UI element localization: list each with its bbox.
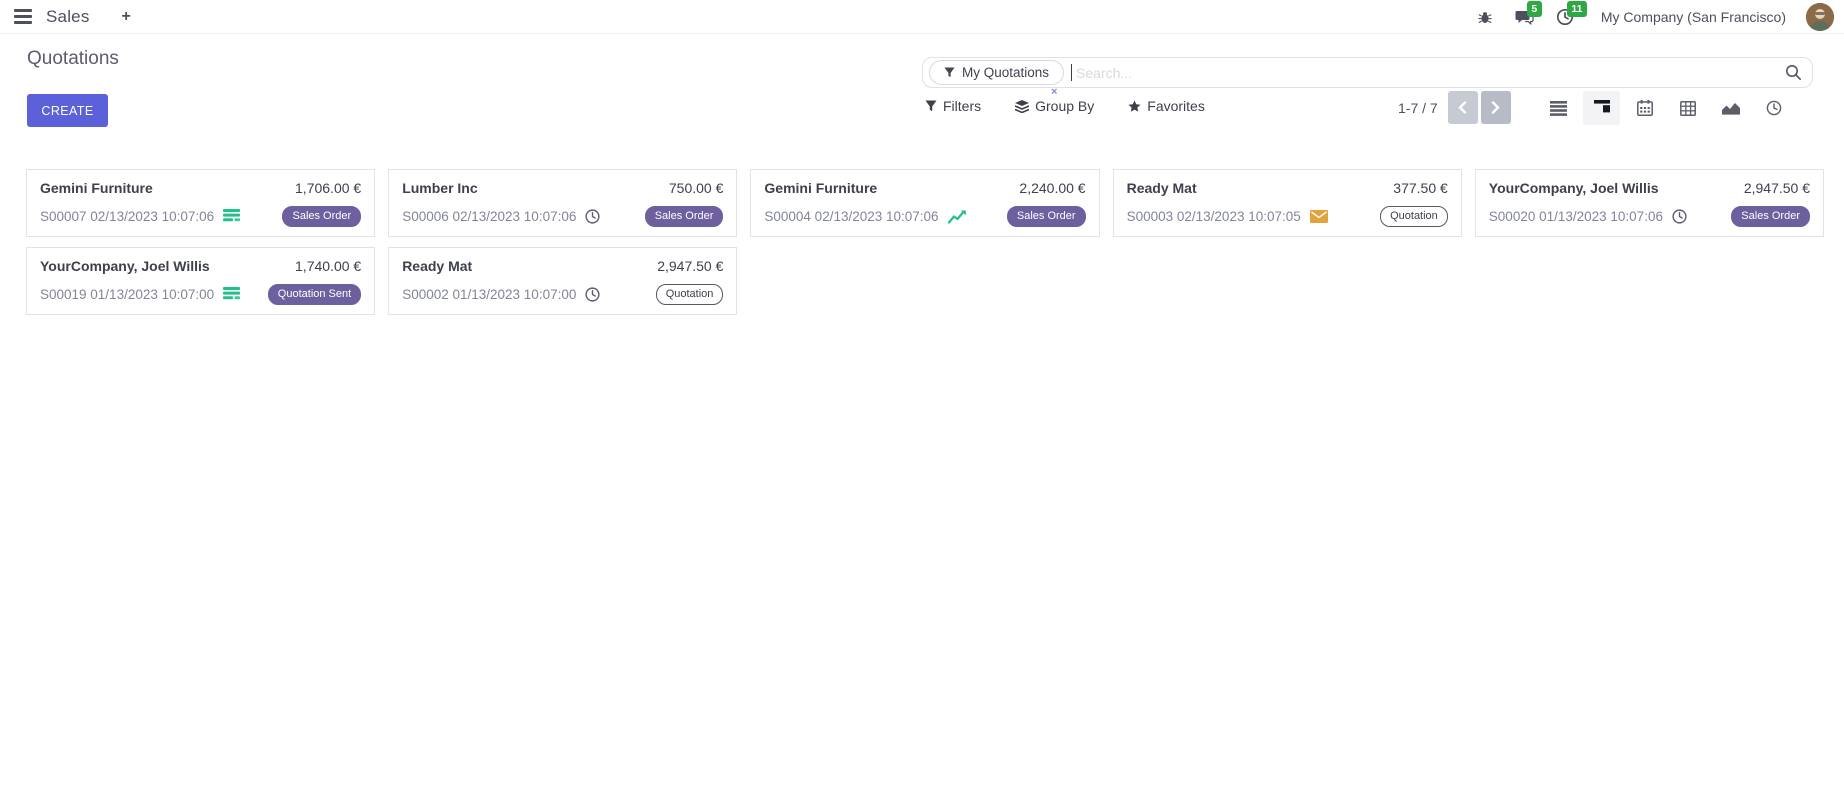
star-icon xyxy=(1128,100,1141,113)
search-input[interactable] xyxy=(1072,65,1785,81)
quotation-card[interactable]: Gemini Furniture 1,706.00 € S00007 02/13… xyxy=(26,169,375,237)
clock-icon[interactable] xyxy=(585,209,600,224)
page-title: Quotations xyxy=(27,48,119,70)
kanban-grid: Gemini Furniture 1,706.00 € S00007 02/13… xyxy=(26,169,1824,315)
quotation-reference: S00004 02/13/2023 10:07:06 xyxy=(764,209,938,224)
quotation-reference: S00019 01/13/2023 10:07:00 xyxy=(40,287,214,302)
top-navbar: Sales + 5 11 My Company (San Francisco) xyxy=(0,0,1844,34)
messages-count-badge: 5 xyxy=(1527,1,1542,17)
pivot-view-icon xyxy=(1680,101,1696,116)
clock-icon[interactable] xyxy=(1672,209,1687,224)
quotation-card[interactable]: Gemini Furniture 2,240.00 € S00004 02/13… xyxy=(750,169,1099,237)
list-view-icon xyxy=(1550,101,1567,116)
quotation-amount: 1,740.00 € xyxy=(295,258,361,274)
filter-funnel-icon xyxy=(925,100,937,112)
messages-icon[interactable]: 5 xyxy=(1515,7,1535,27)
customer-name: YourCompany, Joel Willis xyxy=(40,258,210,274)
avatar[interactable] xyxy=(1806,3,1834,31)
quotation-reference: S00003 02/13/2023 10:07:05 xyxy=(1127,209,1301,224)
view-switch-activity[interactable] xyxy=(1755,91,1792,125)
customer-name: Gemini Furniture xyxy=(40,180,153,196)
status-badge: Sales Order xyxy=(1007,206,1086,228)
quotation-reference: S00002 01/13/2023 10:07:00 xyxy=(402,287,576,302)
calendar-view-icon xyxy=(1637,100,1653,116)
status-badge: Sales Order xyxy=(645,206,724,228)
status-badge: Quotation xyxy=(656,284,724,306)
envelope-orange-icon[interactable] xyxy=(1310,210,1328,223)
customer-name: Gemini Furniture xyxy=(764,180,877,196)
apps-menu-icon[interactable] xyxy=(14,9,32,24)
status-badge: Quotation Sent xyxy=(268,284,361,306)
kanban-view-icon xyxy=(1594,100,1610,116)
search-facet-my-quotations[interactable]: My Quotations xyxy=(929,60,1064,85)
quotation-amount: 2,947.50 € xyxy=(1744,180,1810,196)
pager: 1-7 / 7 xyxy=(1398,91,1511,124)
activity-view-icon xyxy=(1766,100,1782,116)
search-icon[interactable] xyxy=(1785,64,1802,81)
pager-previous-button[interactable] xyxy=(1448,91,1478,124)
quotation-amount: 2,240.00 € xyxy=(1019,180,1085,196)
company-switcher[interactable]: My Company (San Francisco) xyxy=(1601,9,1786,25)
chevron-left-icon xyxy=(1458,101,1467,114)
view-switch-list[interactable] xyxy=(1540,91,1577,125)
pager-range: 1-7 / 7 xyxy=(1398,100,1438,116)
quotation-card[interactable]: Lumber Inc 750.00 € S00006 02/13/2023 10… xyxy=(388,169,737,237)
favorites-button[interactable]: Favorites xyxy=(1128,98,1205,114)
tasks-green-icon[interactable] xyxy=(223,287,240,301)
tasks-green-icon[interactable] xyxy=(223,209,240,223)
quotation-card[interactable]: YourCompany, Joel Willis 2,947.50 € S000… xyxy=(1475,169,1824,237)
activity-clock-icon[interactable]: 11 xyxy=(1555,7,1575,27)
customer-name: Ready Mat xyxy=(402,258,472,274)
customer-name: Ready Mat xyxy=(1127,180,1197,196)
view-switch-graph[interactable] xyxy=(1712,91,1749,125)
chevron-right-icon xyxy=(1491,101,1500,114)
facet-label: My Quotations xyxy=(962,65,1049,80)
activity-count-badge: 11 xyxy=(1567,1,1587,17)
control-panel: Quotations CREATE My Quotations × Filter… xyxy=(0,34,1844,142)
quotation-reference: S00006 02/13/2023 10:07:06 xyxy=(402,209,576,224)
graph-view-icon xyxy=(1722,101,1740,115)
quotation-amount: 1,706.00 € xyxy=(295,180,361,196)
view-switcher xyxy=(1540,91,1792,125)
view-switch-calendar[interactable] xyxy=(1626,91,1663,125)
quotation-amount: 750.00 € xyxy=(669,180,724,196)
view-switch-pivot[interactable] xyxy=(1669,91,1706,125)
customer-name: Lumber Inc xyxy=(402,180,477,196)
quotation-amount: 2,947.50 € xyxy=(657,258,723,274)
filter-funnel-icon xyxy=(944,67,955,78)
clock-icon[interactable] xyxy=(585,287,600,302)
create-button[interactable]: CREATE xyxy=(27,94,108,127)
quotation-card[interactable]: Ready Mat 2,947.50 € S00002 01/13/2023 1… xyxy=(388,247,737,315)
quotation-reference: S00007 02/13/2023 10:07:06 xyxy=(40,209,214,224)
pager-next-button[interactable] xyxy=(1481,91,1511,124)
group-by-button[interactable]: Group By xyxy=(1015,98,1094,114)
search-bar[interactable]: My Quotations × xyxy=(922,57,1813,88)
bug-icon[interactable] xyxy=(1475,7,1495,27)
quotation-amount: 377.50 € xyxy=(1393,180,1448,196)
facet-remove-icon[interactable]: × xyxy=(1051,86,1057,98)
search-options: Filters Group By Favorites xyxy=(925,98,1205,114)
status-badge: Quotation xyxy=(1380,206,1448,228)
quotation-card[interactable]: YourCompany, Joel Willis 1,740.00 € S000… xyxy=(26,247,375,315)
status-badge: Sales Order xyxy=(1731,206,1810,228)
quotation-reference: S00020 01/13/2023 10:07:06 xyxy=(1489,209,1663,224)
chart-green-icon[interactable] xyxy=(948,209,967,224)
new-tab-icon[interactable]: + xyxy=(122,8,131,26)
layers-icon xyxy=(1015,100,1029,113)
view-switch-kanban[interactable] xyxy=(1583,91,1620,125)
status-badge: Sales Order xyxy=(282,206,361,228)
customer-name: YourCompany, Joel Willis xyxy=(1489,180,1659,196)
quotation-card[interactable]: Ready Mat 377.50 € S00003 02/13/2023 10:… xyxy=(1113,169,1462,237)
app-name[interactable]: Sales xyxy=(46,7,90,27)
filters-button[interactable]: Filters xyxy=(925,98,981,114)
